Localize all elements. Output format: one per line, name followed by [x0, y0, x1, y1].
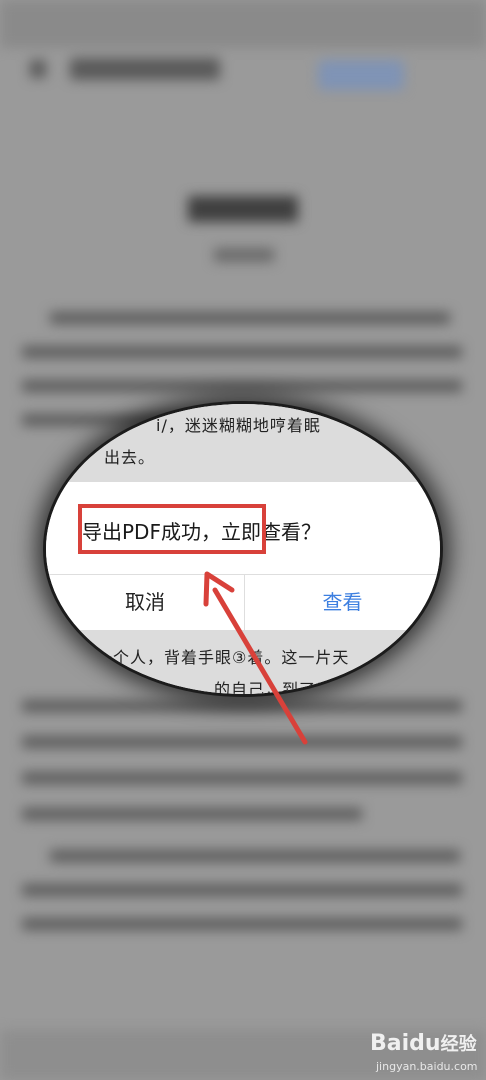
watermark-logo: Baidu经验: [370, 1030, 477, 1056]
annotation-arrow-icon: [203, 571, 308, 745]
watermark-brand-cn: 经验: [440, 1034, 477, 1055]
watermark-brand: Baidu: [370, 1031, 441, 1056]
watermark-url: jingyan.baidu.com: [376, 1060, 478, 1073]
baidu-jingyan-watermark: Baidu经验 jingyan.baidu.com: [364, 1024, 484, 1076]
